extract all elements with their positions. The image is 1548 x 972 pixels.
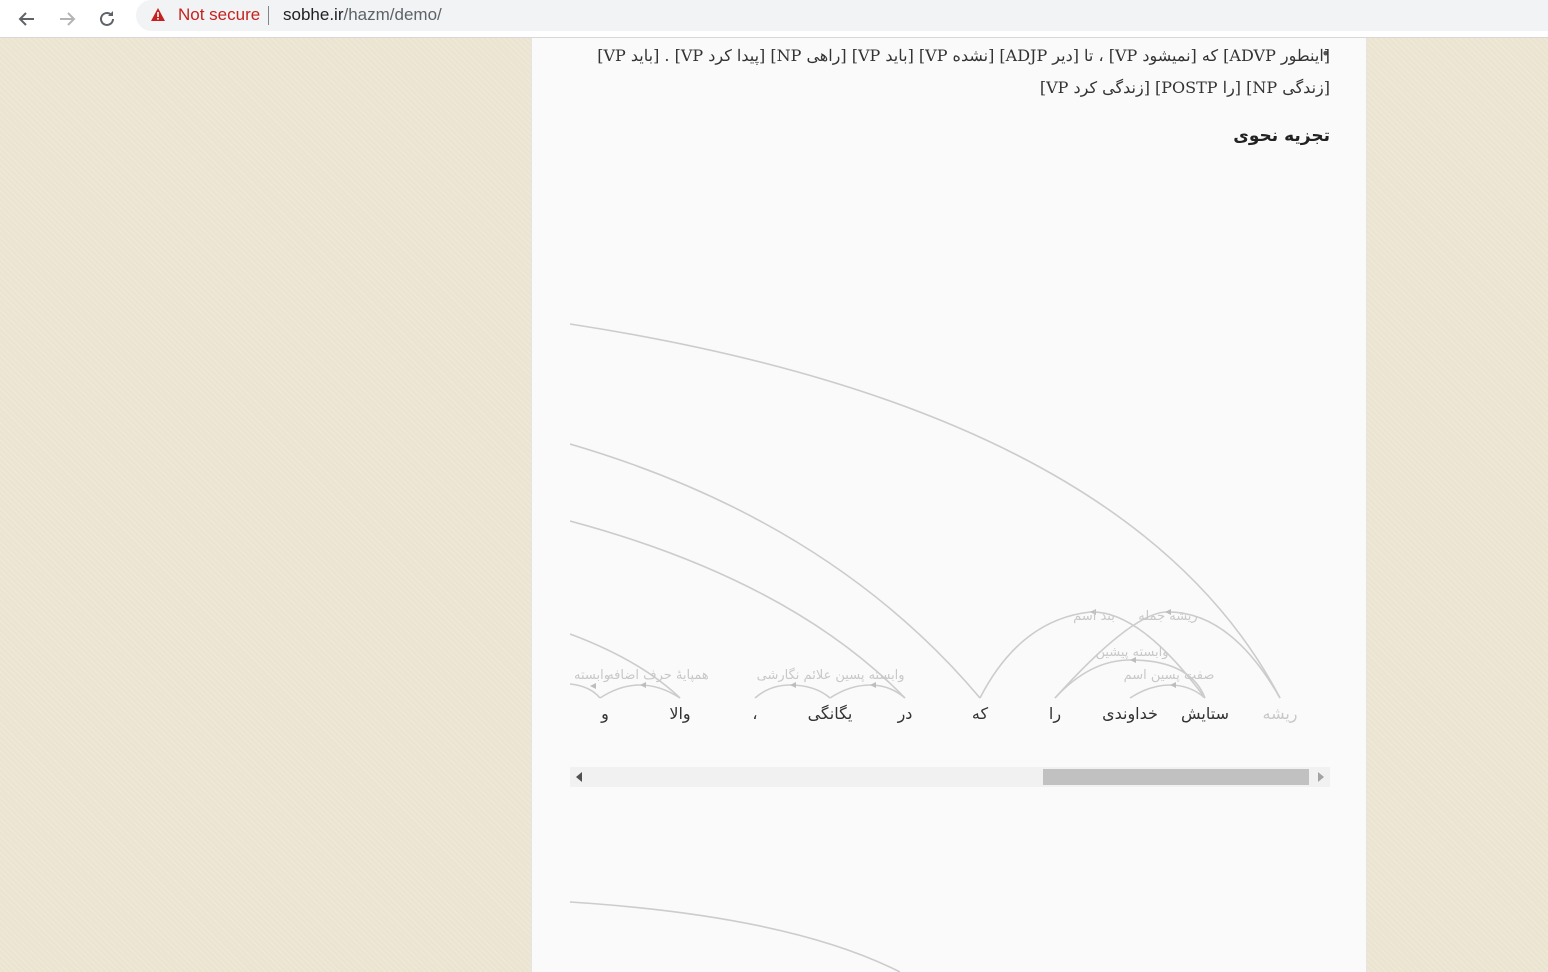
forward-button[interactable] [52,4,82,34]
arc-long-1 [570,323,1281,699]
arc-label-dependent: وابسته [574,668,610,683]
word: والا [669,704,690,724]
address-bar[interactable]: Not secure sobhe.ir/hazm/demo/ [136,0,1548,31]
arrow-right-icon [60,12,76,26]
url-text[interactable]: sobhe.ir/hazm/demo/ [283,5,442,25]
warning-icon [151,8,165,21]
dependency-tree: ریشه جمله بند اسم وابسته پیشین صفت پسین … [570,323,1298,724]
arc-long [570,901,901,972]
address-separator [268,6,269,25]
word: یگانگی [808,704,853,723]
parser-heading: تجزیه نحوی [1233,126,1330,146]
arc-label-post-adj: صفت پسین اسم [1124,668,1215,683]
word-root: ریشه [1262,704,1297,724]
reload-icon [100,11,114,26]
word: ، [752,704,757,723]
word: را [1049,704,1061,724]
reload-button[interactable] [92,4,122,34]
arc-label-noun-clause: بند اسم [1073,609,1115,624]
arrowhead [590,683,596,689]
arc-label-punct: علائم نگارشی [757,667,832,683]
arrow-left-icon [18,12,34,26]
chunker-output: [اینطور ADVP] که [نمیشود VP] ، تا [دیر A… [597,46,1330,97]
arc-label-post-dep: وابسته پسین [835,668,904,683]
word: که [972,704,989,723]
arc-long-2 [570,443,981,699]
scrollbar-thumb[interactable] [1043,769,1309,785]
arc-label-root-sentence: ریشه جمله [1138,609,1197,624]
word: ستایش [1181,704,1229,724]
back-button[interactable] [12,4,42,34]
url-host: sobhe.ir [283,5,344,24]
arc-label-pre-dependent: وابسته پیشین [1095,645,1168,660]
not-secure-label[interactable]: Not secure [178,5,260,25]
arc-punct [754,684,831,699]
dependency-tree-2 [570,901,901,972]
word: خداوندی [1102,704,1158,724]
tree-horizontal-scrollbar[interactable] [570,767,1330,787]
scroll-right-arrow-icon[interactable] [1318,772,1324,782]
arc-post-adj [1129,684,1206,699]
word: و [600,704,609,724]
scroll-left-arrow-icon[interactable] [576,772,582,782]
url-path: /hazm/demo/ [343,5,442,24]
browser-toolbar: Not secure sobhe.ir/hazm/demo/ [0,0,1548,38]
arc-label-coord: همپایهٔ حرف اضافه [607,668,709,683]
word: در [897,704,913,724]
